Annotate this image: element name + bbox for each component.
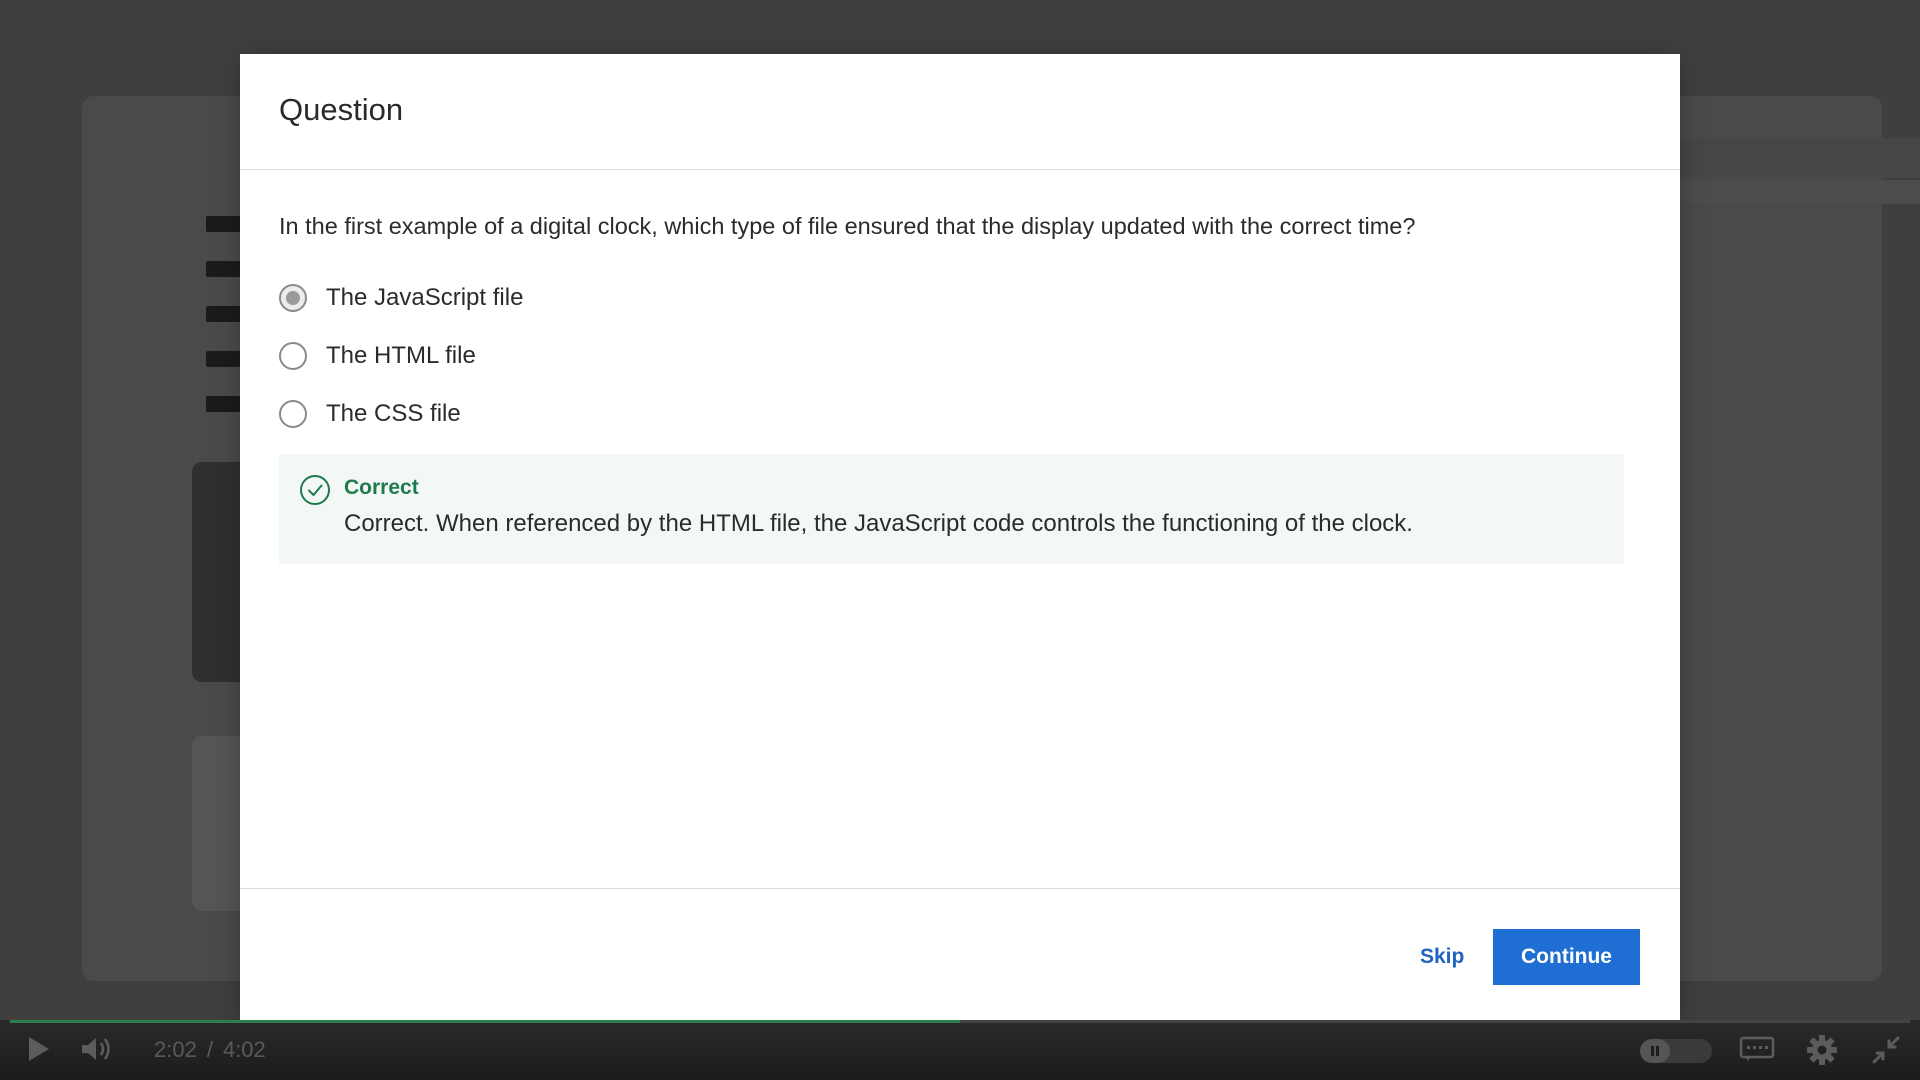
skip-button[interactable]: Skip (1400, 929, 1484, 985)
modal-footer: Skip Continue (240, 888, 1680, 1026)
answer-option-javascript[interactable]: The JavaScript file (279, 280, 1641, 316)
answer-option-label: The JavaScript file (326, 284, 524, 311)
time-display: 2:02 / 4:02 (154, 1037, 266, 1063)
radio-button[interactable] (279, 342, 307, 370)
slide-bar (206, 396, 242, 412)
slide-bars (206, 216, 242, 441)
answer-option-html[interactable]: The HTML file (279, 338, 1641, 374)
settings-icon[interactable] (1806, 1034, 1838, 1071)
answer-options: The JavaScript file The HTML file The CS… (279, 280, 1641, 432)
feedback-message: Correct. When referenced by the HTML fil… (344, 510, 1413, 537)
modal-body: In the first example of a digital clock,… (240, 170, 1680, 564)
current-time: 2:02 (154, 1037, 197, 1062)
slide-bar (206, 261, 242, 277)
progress-bar[interactable] (10, 1020, 1910, 1023)
slide-decoration (1680, 180, 1920, 204)
progress-fill (10, 1020, 960, 1023)
slide-bar (206, 306, 242, 322)
answer-option-label: The CSS file (326, 400, 461, 427)
time-separator: / (206, 1037, 213, 1062)
modal-title: Question (279, 92, 404, 127)
pause-icon (1640, 1039, 1670, 1063)
modal-header: Question (240, 54, 1680, 170)
volume-icon[interactable] (80, 1034, 116, 1069)
answer-option-label: The HTML file (326, 342, 476, 369)
duration: 4:02 (222, 1037, 266, 1062)
slide-decoration (1680, 138, 1920, 178)
slide-bar (206, 216, 242, 232)
question-text: In the first example of a digital clock,… (279, 213, 1416, 239)
exit-fullscreen-icon[interactable] (1870, 1034, 1902, 1071)
feedback-panel: Correct Correct. When referenced by the … (279, 454, 1624, 564)
answer-option-css[interactable]: The CSS file (279, 396, 1641, 432)
slide-bar (206, 351, 242, 367)
feedback-title: Correct (344, 476, 419, 499)
radio-button-checked[interactable] (279, 284, 307, 312)
radio-button[interactable] (279, 400, 307, 428)
question-modal: Question In the first example of a digit… (240, 54, 1680, 1026)
continue-button[interactable]: Continue (1493, 929, 1640, 985)
pause-toggle[interactable] (1640, 1039, 1712, 1063)
feedback-text: Correct Correct. When referenced by the … (344, 474, 1413, 564)
play-icon[interactable] (26, 1034, 52, 1069)
player-controls: 2:02 / 4:02 (0, 1020, 1920, 1080)
check-circle-icon (299, 474, 331, 506)
captions-icon[interactable] (1739, 1036, 1775, 1067)
